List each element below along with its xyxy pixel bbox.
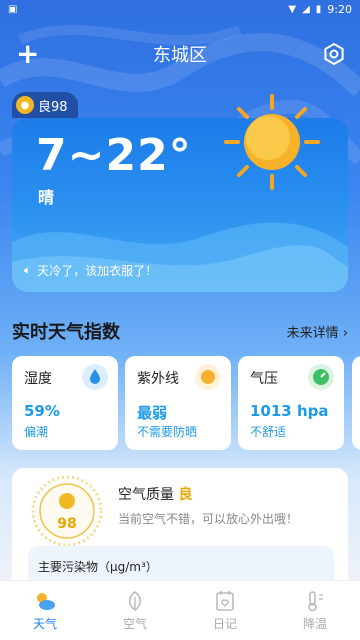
settings-icon[interactable] [322, 42, 346, 66]
nav-weather[interactable]: 天气 [0, 581, 90, 640]
nav-diary[interactable]: 日记 [180, 581, 270, 640]
air-leaf-icon [128, 591, 142, 611]
index-card-uv[interactable]: 紫外线 最弱 不需要防晒 [125, 356, 231, 450]
city-title: 东城区 [153, 45, 207, 66]
signal-icon: ◢ [302, 3, 310, 15]
index-card-pressure[interactable]: 气压 1013 hpa 不舒适 [238, 356, 344, 450]
thermometer-icon [308, 591, 323, 612]
aqi-badge-label: 良98 [38, 99, 68, 115]
index-desc: 偏潮 [24, 425, 49, 439]
nav-air[interactable]: 空气 [90, 581, 180, 640]
uv-sun-icon [195, 364, 221, 390]
air-quality-level: 良 [178, 487, 193, 503]
bottom-nav: 天气 空气 日记 降温 [0, 580, 360, 640]
index-desc: 不舒适 [250, 425, 287, 439]
pollutant-label: 主要污染物（μg/m³） [38, 560, 158, 574]
chevron-right-icon: › [342, 325, 348, 341]
weather-tab-icon [37, 593, 55, 610]
weather-condition: 晴 [38, 188, 55, 207]
status-time: 9:20 [327, 2, 352, 16]
indices-title: 实时天气指数 [12, 322, 120, 343]
air-quality-title: 空气质量 良 [118, 487, 193, 503]
status-bar: ▣ ▼ ◢ ▮ 9:20 [0, 0, 360, 18]
aqi-value: 98 [57, 516, 76, 532]
add-city-button[interactable]: + [16, 38, 39, 70]
battery-icon: ▮ [315, 3, 322, 15]
air-quality-desc: 当前空气不错，可以放心外出哦！ [118, 512, 299, 526]
pressure-gauge-icon [308, 364, 334, 390]
nav-cooling[interactable]: 降温 [270, 581, 360, 640]
wifi-icon: ▼ [288, 3, 297, 15]
notice-text: 天冷了，该加衣服了！ [37, 264, 158, 278]
temperature-range: 7~22° [36, 130, 192, 181]
notification-icon: ▣ [8, 3, 18, 15]
speaker-icon: 🔈︎ [24, 263, 32, 277]
weather-notice: 🔈︎ 天冷了，该加衣服了！ [24, 262, 157, 279]
leaf-icon: ● [16, 96, 34, 114]
forecast-details-link[interactable]: 未来详情 › [287, 322, 348, 341]
diary-icon [216, 591, 234, 611]
index-desc: 不需要防晒 [137, 425, 198, 439]
aqi-badge[interactable]: ● 良98 [12, 92, 78, 118]
index-value: 最弱 [137, 404, 168, 422]
aqi-gauge: 98 [31, 475, 103, 547]
water-drop-icon [82, 364, 108, 390]
index-value: 1013 hpa [250, 402, 329, 420]
index-card-partial[interactable] [352, 356, 360, 450]
top-bar: + 东城区 [0, 34, 360, 74]
index-value: 59% [24, 402, 60, 420]
index-card-humidity[interactable]: 湿度 59% 偏潮 [12, 356, 118, 450]
sunny-weather-icon [224, 94, 320, 190]
indices-header: 实时天气指数 未来详情 › [12, 318, 348, 344]
